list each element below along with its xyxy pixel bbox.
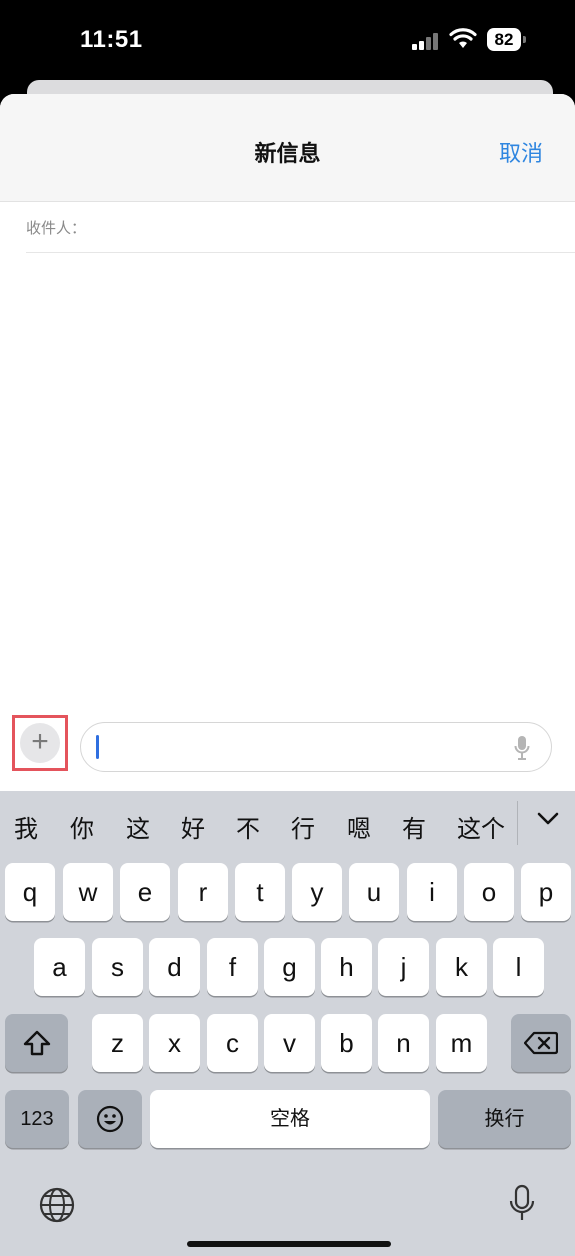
key-j[interactable]: j bbox=[378, 938, 429, 996]
nav-bar: 新信息 取消 bbox=[0, 94, 575, 202]
key-h[interactable]: h bbox=[321, 938, 372, 996]
chevron-down-icon[interactable] bbox=[537, 811, 559, 827]
candidate-divider bbox=[517, 801, 518, 845]
key-z[interactable]: z bbox=[92, 1014, 143, 1072]
candidate-item[interactable]: 好 bbox=[181, 809, 205, 844]
cancel-button[interactable]: 取消 bbox=[499, 136, 543, 168]
key-m[interactable]: m bbox=[436, 1014, 487, 1072]
key-x[interactable]: x bbox=[149, 1014, 200, 1072]
key-n[interactable]: n bbox=[378, 1014, 429, 1072]
plus-button-highlight: + bbox=[12, 715, 68, 771]
shift-icon bbox=[23, 1030, 50, 1056]
shift-key[interactable] bbox=[5, 1014, 68, 1072]
keyboard: 我 你 这 好 不 行 嗯 有 这个 q w e r t y u i o p a… bbox=[0, 791, 575, 1256]
key-f[interactable]: f bbox=[207, 938, 258, 996]
key-g[interactable]: g bbox=[264, 938, 315, 996]
numbers-key[interactable]: 123 bbox=[5, 1090, 69, 1148]
key-t[interactable]: t bbox=[235, 863, 285, 921]
key-r[interactable]: r bbox=[178, 863, 228, 921]
candidate-item[interactable]: 行 bbox=[291, 809, 315, 844]
key-c[interactable]: c bbox=[207, 1014, 258, 1072]
key-s[interactable]: s bbox=[92, 938, 143, 996]
key-l[interactable]: l bbox=[493, 938, 544, 996]
emoji-icon bbox=[96, 1105, 124, 1133]
key-i[interactable]: i bbox=[407, 863, 457, 921]
key-v[interactable]: v bbox=[264, 1014, 315, 1072]
recipient-field[interactable]: 收件人： bbox=[26, 202, 575, 253]
candidate-bar: 我 你 这 好 不 行 嗯 有 这个 bbox=[0, 791, 575, 849]
status-time: 11:51 bbox=[80, 26, 143, 53]
home-indicator bbox=[187, 1241, 391, 1247]
status-bar: 11:51 82 bbox=[0, 0, 575, 80]
key-o[interactable]: o bbox=[464, 863, 514, 921]
page-title: 新信息 bbox=[254, 141, 321, 166]
key-p[interactable]: p bbox=[521, 863, 571, 921]
emoji-key[interactable] bbox=[78, 1090, 142, 1148]
key-y[interactable]: y bbox=[292, 863, 342, 921]
candidate-item[interactable]: 我 bbox=[14, 809, 38, 844]
key-q[interactable]: q bbox=[5, 863, 55, 921]
delete-key[interactable] bbox=[511, 1014, 571, 1072]
key-u[interactable]: u bbox=[349, 863, 399, 921]
signal-icon bbox=[412, 32, 442, 50]
key-b[interactable]: b bbox=[321, 1014, 372, 1072]
plus-button[interactable]: + bbox=[20, 723, 60, 763]
wifi-icon bbox=[449, 28, 477, 50]
battery-level: 82 bbox=[487, 28, 521, 51]
battery-icon: 82 bbox=[487, 28, 527, 51]
key-d[interactable]: d bbox=[149, 938, 200, 996]
key-a[interactable]: a bbox=[34, 938, 85, 996]
plus-icon: + bbox=[31, 725, 49, 758]
return-key[interactable]: 换行 bbox=[438, 1090, 571, 1148]
key-k[interactable]: k bbox=[436, 938, 487, 996]
dictation-icon[interactable] bbox=[509, 1184, 535, 1229]
text-cursor bbox=[96, 735, 99, 759]
space-key[interactable]: 空格 bbox=[150, 1090, 430, 1148]
candidate-item[interactable]: 有 bbox=[402, 809, 426, 844]
key-e[interactable]: e bbox=[120, 863, 170, 921]
candidate-item[interactable]: 这个 bbox=[457, 809, 505, 844]
candidate-item[interactable]: 不 bbox=[236, 809, 260, 844]
key-w[interactable]: w bbox=[63, 863, 113, 921]
globe-icon[interactable] bbox=[38, 1186, 76, 1229]
recipient-label: 收件人： bbox=[26, 220, 87, 237]
delete-icon bbox=[523, 1031, 559, 1055]
message-input[interactable] bbox=[80, 722, 552, 772]
candidate-item[interactable]: 嗯 bbox=[347, 809, 371, 844]
candidate-item[interactable]: 你 bbox=[70, 809, 94, 844]
microphone-icon[interactable] bbox=[514, 735, 530, 761]
candidate-item[interactable]: 这 bbox=[126, 809, 150, 844]
